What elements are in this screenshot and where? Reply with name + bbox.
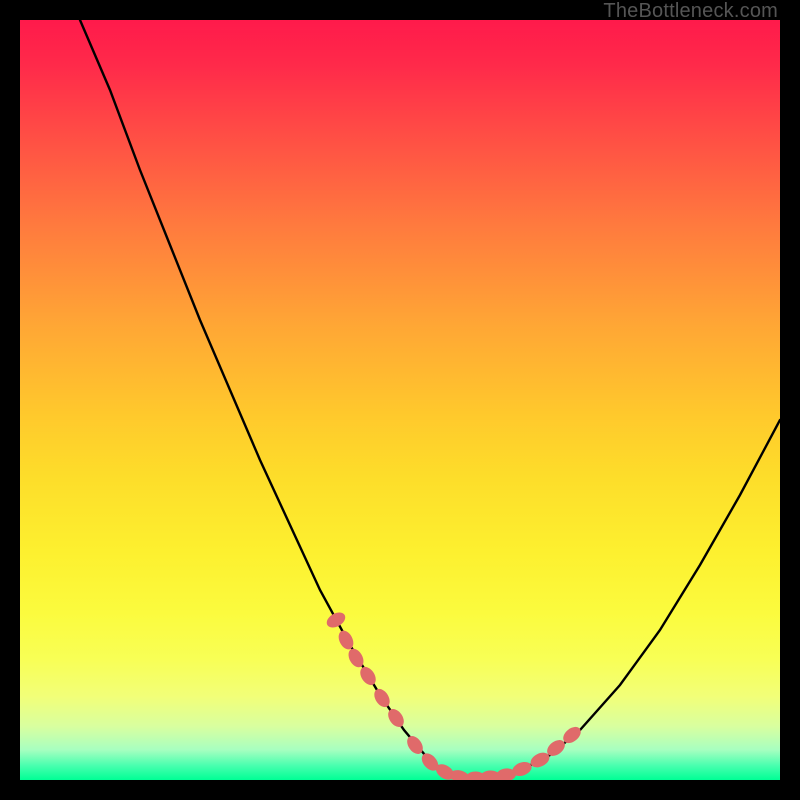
chart-frame: TheBottleneck.com [0, 0, 800, 800]
highlight-marker [385, 706, 407, 730]
bottleneck-curve-svg [20, 20, 780, 780]
highlight-marker [324, 609, 348, 630]
highlight-marker [371, 686, 393, 710]
highlight-marker [357, 664, 379, 688]
highlight-markers-group [324, 609, 584, 780]
bottleneck-curve-path [80, 20, 780, 778]
